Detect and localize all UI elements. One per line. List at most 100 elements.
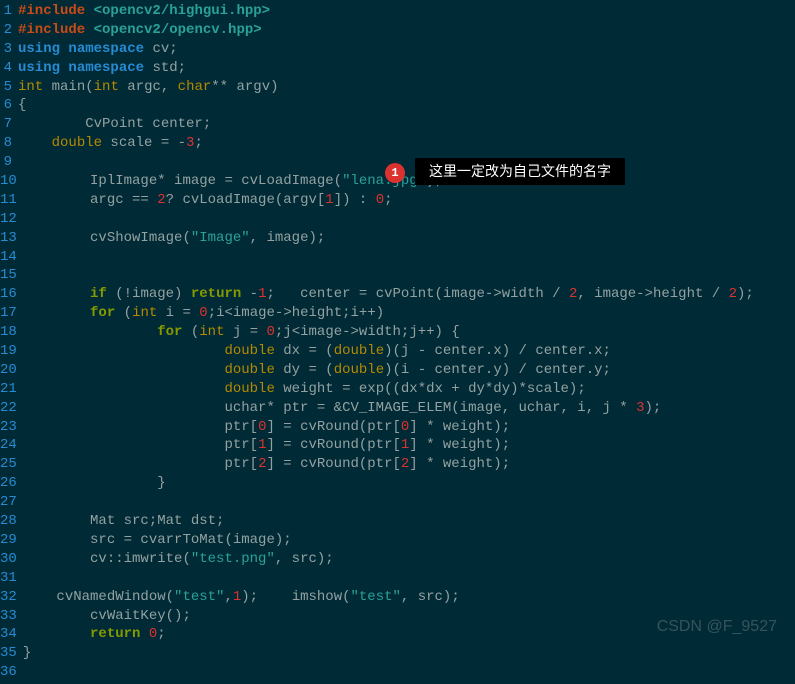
code-content[interactable]: cvWaitKey();	[23, 607, 191, 626]
code-line[interactable]: 15	[0, 266, 795, 285]
line-number: 7	[0, 115, 18, 134]
line-number: 14	[0, 248, 23, 267]
code-content[interactable]	[23, 266, 31, 285]
code-content[interactable]: cvNamedWindow("test",1); imshow("test", …	[23, 588, 460, 607]
code-line[interactable]: 23 ptr[0] = cvRound(ptr[0] * weight);	[0, 418, 795, 437]
code-content[interactable]: }	[23, 474, 166, 493]
code-line[interactable]: 5int main(int argc, char** argv)	[0, 78, 795, 97]
code-content[interactable]: using namespace std;	[18, 59, 186, 78]
line-number: 27	[0, 493, 23, 512]
code-line[interactable]: 2#include <opencv2/opencv.hpp>	[0, 21, 795, 40]
code-line[interactable]: 30 cv::imwrite("test.png", src);	[0, 550, 795, 569]
line-number: 3	[0, 40, 18, 59]
code-line[interactable]: 19 double dx = (double)(j - center.x) / …	[0, 342, 795, 361]
line-number: 31	[0, 569, 23, 588]
code-content[interactable]: double scale = -3;	[18, 134, 203, 153]
code-content[interactable]: src = cvarrToMat(image);	[23, 531, 292, 550]
code-line[interactable]: 14	[0, 248, 795, 267]
line-number: 26	[0, 474, 23, 493]
watermark: CSDN @F_9527	[657, 616, 777, 638]
line-number: 29	[0, 531, 23, 550]
annotation-callout: 这里一定改为自己文件的名字	[415, 158, 625, 185]
code-content[interactable]: uchar* ptr = &CV_IMAGE_ELEM(image, uchar…	[23, 399, 662, 418]
line-number: 18	[0, 323, 23, 342]
code-line[interactable]: 6{	[0, 96, 795, 115]
code-content[interactable]: #include <opencv2/highgui.hpp>	[18, 2, 270, 21]
code-line[interactable]: 20 double dy = (double)(i - center.y) / …	[0, 361, 795, 380]
code-content[interactable]: int main(int argc, char** argv)	[18, 78, 279, 97]
line-number: 33	[0, 607, 23, 626]
code-line[interactable]: 31	[0, 569, 795, 588]
code-line[interactable]: 28 Mat src;Mat dst;	[0, 512, 795, 531]
code-content[interactable]: Mat src;Mat dst;	[23, 512, 225, 531]
code-line[interactable]: 8 double scale = -3;	[0, 134, 795, 153]
line-number: 13	[0, 229, 23, 248]
code-content[interactable]: ptr[2] = cvRound(ptr[2] * weight);	[23, 455, 510, 474]
code-editor[interactable]: 1#include <opencv2/highgui.hpp>2#include…	[0, 0, 795, 684]
code-line[interactable]: 11 argc == 2? cvLoadImage(argv[1]) : 0;	[0, 191, 795, 210]
code-content[interactable]	[23, 569, 31, 588]
code-line[interactable]: 1#include <opencv2/highgui.hpp>	[0, 2, 795, 21]
line-number: 21	[0, 380, 23, 399]
line-number: 12	[0, 210, 23, 229]
code-content[interactable]: double dy = (double)(i - center.y) / cen…	[23, 361, 611, 380]
code-content[interactable]: }	[23, 644, 31, 663]
code-content[interactable]: IplImage* image = cvLoadImage("lena.jpg"…	[23, 172, 443, 191]
line-number: 36	[0, 663, 23, 682]
code-line[interactable]: 16 if (!image) return -1; center = cvPoi…	[0, 285, 795, 304]
code-content[interactable]: double weight = exp((dx*dx + dy*dy)*scal…	[23, 380, 586, 399]
code-content[interactable]: using namespace cv;	[18, 40, 178, 59]
code-content[interactable]: cv::imwrite("test.png", src);	[23, 550, 334, 569]
code-line[interactable]: 3using namespace cv;	[0, 40, 795, 59]
code-line[interactable]: 29 src = cvarrToMat(image);	[0, 531, 795, 550]
line-number: 4	[0, 59, 18, 78]
line-number: 28	[0, 512, 23, 531]
line-number: 35	[0, 644, 23, 663]
code-line[interactable]: 36	[0, 663, 795, 682]
code-line[interactable]: 32 cvNamedWindow("test",1); imshow("test…	[0, 588, 795, 607]
code-content[interactable]	[23, 248, 31, 267]
line-number: 1	[0, 2, 18, 21]
code-line[interactable]: 13 cvShowImage("Image", image);	[0, 229, 795, 248]
line-number: 8	[0, 134, 18, 153]
code-content[interactable]	[18, 153, 26, 172]
code-content[interactable]: ptr[1] = cvRound(ptr[1] * weight);	[23, 436, 510, 455]
code-content[interactable]: for (int i = 0;i<image->height;i++)	[23, 304, 384, 323]
code-line[interactable]: 22 uchar* ptr = &CV_IMAGE_ELEM(image, uc…	[0, 399, 795, 418]
code-content[interactable]	[23, 210, 31, 229]
line-number: 19	[0, 342, 23, 361]
code-line[interactable]: 25 ptr[2] = cvRound(ptr[2] * weight);	[0, 455, 795, 474]
code-content[interactable]: cvShowImage("Image", image);	[23, 229, 325, 248]
line-number: 15	[0, 266, 23, 285]
code-content[interactable]: double dx = (double)(j - center.x) / cen…	[23, 342, 611, 361]
line-number: 6	[0, 96, 18, 115]
code-content[interactable]	[23, 493, 31, 512]
code-content[interactable]: {	[18, 96, 26, 115]
code-content[interactable]: ptr[0] = cvRound(ptr[0] * weight);	[23, 418, 510, 437]
code-content[interactable]: CvPoint center;	[18, 115, 211, 134]
code-line[interactable]: 21 double weight = exp((dx*dx + dy*dy)*s…	[0, 380, 795, 399]
line-number: 5	[0, 78, 18, 97]
code-area[interactable]: 1#include <opencv2/highgui.hpp>2#include…	[0, 2, 795, 682]
code-line[interactable]: 18 for (int j = 0;j<image->width;j++) {	[0, 323, 795, 342]
code-line[interactable]: 12	[0, 210, 795, 229]
code-line[interactable]: 26 }	[0, 474, 795, 493]
line-number: 17	[0, 304, 23, 323]
code-content[interactable]: return 0;	[23, 625, 166, 644]
code-content[interactable]: argc == 2? cvLoadImage(argv[1]) : 0;	[23, 191, 393, 210]
code-content[interactable]: for (int j = 0;j<image->width;j++) {	[23, 323, 460, 342]
code-line[interactable]: 7 CvPoint center;	[0, 115, 795, 134]
code-line[interactable]: 35}	[0, 644, 795, 663]
line-number: 25	[0, 455, 23, 474]
code-content[interactable]: if (!image) return -1; center = cvPoint(…	[23, 285, 754, 304]
code-line[interactable]: 4using namespace std;	[0, 59, 795, 78]
code-line[interactable]: 27	[0, 493, 795, 512]
code-line[interactable]: 24 ptr[1] = cvRound(ptr[1] * weight);	[0, 436, 795, 455]
code-content[interactable]	[23, 663, 31, 682]
code-content[interactable]: #include <opencv2/opencv.hpp>	[18, 21, 262, 40]
line-number: 10	[0, 172, 23, 191]
line-number: 23	[0, 418, 23, 437]
line-number: 34	[0, 625, 23, 644]
code-line[interactable]: 17 for (int i = 0;i<image->height;i++)	[0, 304, 795, 323]
line-number: 22	[0, 399, 23, 418]
